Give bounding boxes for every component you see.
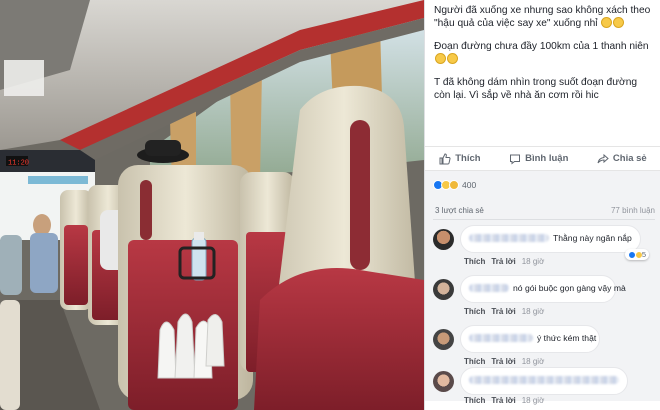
share-label: Chia sẻ <box>612 153 647 164</box>
grinning-sweat-icon <box>601 17 613 28</box>
grimace-icon <box>447 53 458 64</box>
facebook-post-panel: Người đã xuống xe nhưng sao không xách t… <box>424 0 660 410</box>
like-label: Thích <box>455 153 481 164</box>
comment-text: ý thức kém thật <box>537 333 597 343</box>
comment-meta: Thích Trả lời 18 giờ <box>464 307 544 316</box>
share-button[interactable]: Chia sẻ <box>597 153 647 165</box>
comment-reply-link[interactable]: Trả lời <box>491 357 515 366</box>
caption-line-2: Đoạn đường chưa đầy 100km của 1 thanh ni… <box>434 41 649 52</box>
avatar[interactable] <box>433 229 454 250</box>
comment-text: Thằng này ngăn nắp <box>553 233 632 243</box>
blurred-name <box>469 334 533 342</box>
avatar[interactable] <box>433 329 454 350</box>
bus-interior-illustration: 11:20 <box>0 0 424 410</box>
comment-label: Bình luận <box>525 153 569 164</box>
comment-meta: Thích Trả lời 18 giờ <box>464 357 544 366</box>
blurred-name <box>469 234 549 242</box>
comment-bubble: Thằng này ngăn nắp <box>460 225 641 253</box>
avatar[interactable] <box>433 279 454 300</box>
share-arrow-icon <box>597 153 609 163</box>
comment-bubble <box>460 367 628 395</box>
comment-reply-link[interactable]: Trả lời <box>491 257 515 266</box>
comment-count[interactable]: 77 bình luận <box>611 206 655 215</box>
comment-meta: Thích Trả lời 18 giờ <box>464 257 544 266</box>
grimace-icon <box>435 53 446 64</box>
comment-button[interactable]: Bình luận <box>509 153 568 165</box>
comment-like-link[interactable]: Thích <box>464 307 485 316</box>
comment-text: nó gói buộc gọn gàng vậy mà <box>513 283 626 293</box>
comment-icon <box>510 154 521 165</box>
comment-like-link[interactable]: Thích <box>464 257 485 266</box>
share-count[interactable]: 3 lượt chia sẻ <box>435 206 484 215</box>
comment-bubble: nó gói buộc gọn gàng vậy mà <box>460 275 626 303</box>
bus-interior-photo: 11:20 <box>0 0 424 410</box>
comment-reactions[interactable]: 5 <box>624 249 649 260</box>
comment-meta: Thích Trả lời 18 giờ <box>464 396 544 405</box>
grinning-sweat-icon <box>613 17 625 28</box>
post-caption: Người đã xuống xe nhưng sao không xách t… <box>434 4 656 102</box>
reaction-count: 400 <box>462 180 477 190</box>
comment-reply-link[interactable]: Trả lời <box>491 307 515 316</box>
blurred-comment <box>469 376 619 384</box>
comment-time[interactable]: 18 giờ <box>522 357 545 366</box>
blurred-name <box>469 284 509 292</box>
divider <box>433 219 655 220</box>
comments-section: 400 3 lượt chia sẻ 77 bình luận Thằng nà… <box>425 171 660 405</box>
caption-line-3: T đã không dám nhìn trong suốt đoạn đườn… <box>434 77 638 101</box>
post-action-bar: Thích Bình luận Chia sẻ <box>425 146 660 171</box>
sad-reaction-icon <box>449 180 459 190</box>
like-button[interactable]: Thích <box>439 152 481 165</box>
comment-like-link[interactable]: Thích <box>464 396 485 405</box>
comment-bubble: ý thức kém thật <box>460 325 600 353</box>
comment-reply-link[interactable]: Trả lời <box>491 396 515 405</box>
comment-time[interactable]: 18 giờ <box>522 257 545 266</box>
comment-time[interactable]: 18 giờ <box>522 307 545 316</box>
thumbs-up-icon <box>439 152 451 164</box>
comment-reaction-count: 5 <box>641 250 646 259</box>
reaction-summary[interactable]: 400 <box>433 180 476 190</box>
svg-text:11:20: 11:20 <box>8 160 29 168</box>
comment-time[interactable]: 18 giờ <box>522 396 545 405</box>
comment-like-link[interactable]: Thích <box>464 357 485 366</box>
avatar[interactable] <box>433 371 454 392</box>
